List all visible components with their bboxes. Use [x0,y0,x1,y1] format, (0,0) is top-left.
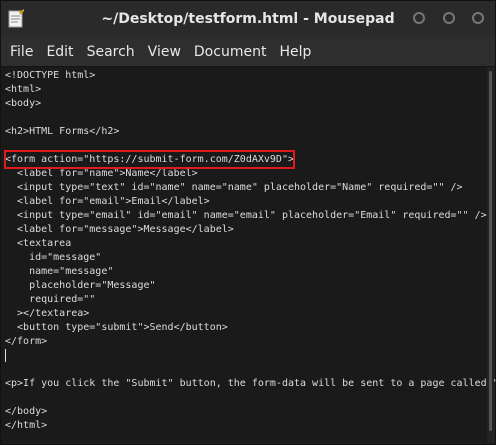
code-line: <p>If you click the "Submit" button, the… [5,378,496,389]
menu-file[interactable]: File [10,42,33,62]
minimize-icon[interactable] [413,12,425,24]
maximize-icon[interactable] [443,12,455,24]
menu-document[interactable]: Document [194,42,267,62]
code-line: <input type="email" id="email" name="ema… [5,210,487,221]
code-line: <h2>HTML Forms</h2> [5,126,120,137]
code-line: </form> [5,336,48,347]
form-action-highlight [4,150,295,169]
close-icon[interactable] [472,12,484,24]
code-line: <body> [5,98,42,109]
code-line: <input type="text" id="name" name="name"… [5,182,463,193]
code-line: ></textarea> [5,308,90,319]
menu-bar: File Edit Search View Document Help [1,37,495,67]
code-line: <label for="name">Name</label> [5,168,198,179]
code-line: required="" [5,294,96,305]
code-line: name="message" [5,266,114,277]
code-line: <button type="submit">Send</button> [5,322,228,333]
code-line: <!DOCTYPE html> [5,70,96,81]
mousepad-window: ~/Desktop/testform.html - Mousepad File … [0,0,496,445]
code-line: placeholder="Message" [5,280,156,291]
code-line: </body> [5,406,48,417]
code-line: <label for="email">Email</label> [5,196,210,207]
title-bar[interactable]: ~/Desktop/testform.html - Mousepad [1,1,495,37]
menu-search[interactable]: Search [87,42,135,62]
code-line: <html> [5,84,42,95]
menu-edit[interactable]: Edit [46,42,73,62]
menu-view[interactable]: View [148,42,181,62]
text-cursor [5,349,6,362]
code-line: id="message" [5,252,102,263]
menu-help[interactable]: Help [279,42,311,62]
code-line: <label for="message">Message</label> [5,224,234,235]
code-line: <textarea [5,238,72,249]
code-line: </html> [5,420,48,431]
